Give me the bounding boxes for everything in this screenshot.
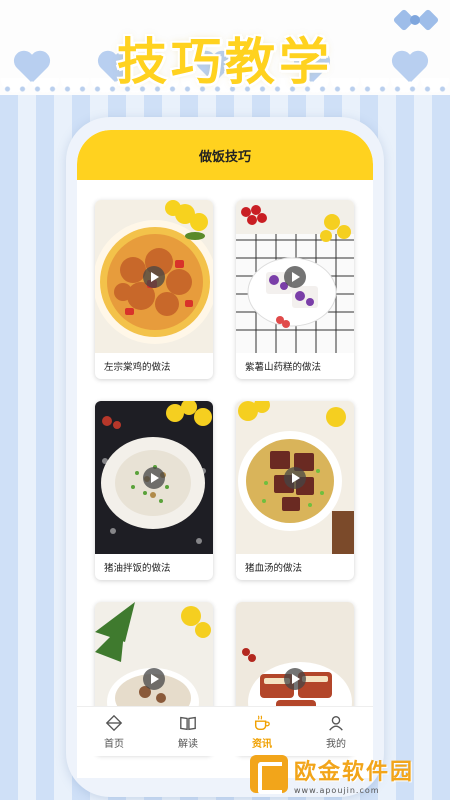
banner-title: 技巧教学 [117,33,333,91]
card-title: 紫薯山药糕的做法 [245,362,322,373]
orange-chicken-thumbnail [95,200,213,353]
tab-label: 解读 [178,738,198,750]
page-title: 做饭技巧 [198,149,251,165]
video-card[interactable]: 紫薯山药糕的做法 [236,200,354,379]
tab-profile[interactable]: 我的 [299,707,373,756]
watermark-logo-icon [250,755,288,794]
play-icon[interactable] [284,467,306,489]
pig-blood-soup-thumbnail [236,401,354,554]
tab-label: 我的 [326,738,346,750]
play-icon[interactable] [143,266,165,288]
play-icon[interactable] [143,668,165,690]
app-header: 做饭技巧 [77,130,373,180]
coffee-icon [254,715,270,730]
tab-home[interactable]: 首页 [77,707,151,756]
tab-news[interactable]: 资讯 [225,707,299,756]
tab-label: 首页 [104,738,124,750]
play-icon[interactable] [284,266,306,288]
purple-yam-cake-thumbnail [236,200,354,353]
play-icon[interactable] [284,668,306,690]
user-icon [329,715,343,731]
lard-rice-thumbnail [95,401,213,554]
tab-label: 资讯 [252,738,272,750]
home-icon [105,714,123,731]
card-title: 左宗棠鸡的做法 [104,362,171,373]
watermark-url: www.apoujin.com [294,785,380,795]
watermark-text: 欧金软件园 [294,759,415,785]
tab-interpret[interactable]: 解读 [151,707,225,756]
video-card[interactable]: 猪油拌饭的做法 [95,401,213,580]
play-icon[interactable] [143,467,165,489]
book-icon [180,716,196,730]
video-card[interactable]: 左宗棠鸡的做法 [95,200,213,379]
card-title: 猪血汤的做法 [245,563,303,574]
video-card[interactable]: 猪血汤的做法 [236,401,354,580]
bottom-tab-bar: 首页 解读 资讯 我的 [77,706,373,756]
app-screen: 做饭技巧 左宗棠鸡的做法 紫薯山药糕的做法 猪油拌饭的做法 猪血汤的做法 首页 … [77,130,373,778]
watermark: 欧金软件园 www.apoujin.com [250,752,445,796]
card-title: 猪油拌饭的做法 [104,563,171,574]
